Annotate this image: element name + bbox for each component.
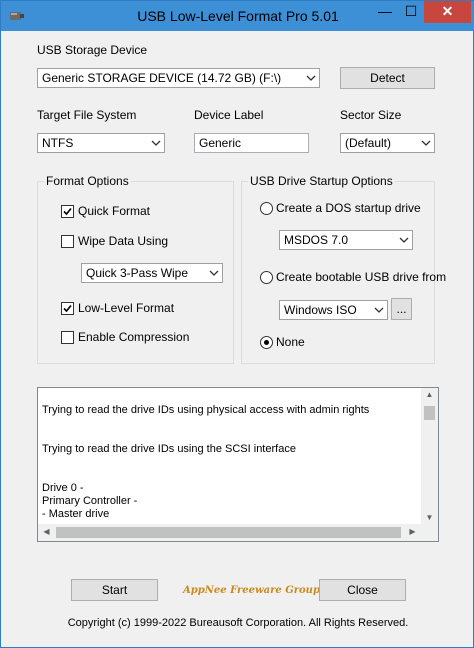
vertical-scrollbar[interactable]: ▲ ▼ xyxy=(421,388,438,524)
wipe-method-value: Quick 3-Pass Wipe xyxy=(86,266,189,280)
wipe-data-label[interactable]: Wipe Data Using xyxy=(78,234,168,248)
log-line: Trying to read the drive IDs using physi… xyxy=(42,404,370,416)
bootable-source-value: Windows ISO xyxy=(284,303,357,317)
file-system-label: Target File System xyxy=(37,108,137,122)
log-line: Primary Controller - xyxy=(42,495,138,507)
dos-version-select[interactable]: MSDOS 7.0 xyxy=(279,230,413,250)
format-options-title: Format Options xyxy=(44,174,131,188)
scroll-down-icon[interactable]: ▼ xyxy=(421,513,438,522)
enable-compression-label[interactable]: Enable Compression xyxy=(78,330,189,344)
low-level-format-label[interactable]: Low-Level Format xyxy=(78,301,174,315)
start-button[interactable]: Start xyxy=(71,579,158,601)
close-window-button[interactable]: ✕ xyxy=(424,1,471,23)
title-bar[interactable]: USB Low-Level Format Pro 5.01 — ☐ ✕ xyxy=(1,1,474,31)
detect-button[interactable]: Detect xyxy=(340,67,435,89)
quick-format-label[interactable]: Quick Format xyxy=(78,204,150,218)
sector-size-select[interactable]: (Default) xyxy=(340,133,435,153)
bootable-usb-label[interactable]: Create bootable USB drive from xyxy=(276,270,446,284)
radio-selected-dot xyxy=(264,340,269,345)
vertical-scroll-thumb[interactable] xyxy=(424,406,435,420)
startup-options-group: USB Drive Startup Options Create a DOS s… xyxy=(241,174,446,364)
appnee-logo: AppNee Freeware Group. xyxy=(183,585,324,596)
sector-size-value: (Default) xyxy=(345,136,392,150)
file-system-value: NTFS xyxy=(42,136,74,150)
scroll-corner xyxy=(421,524,438,541)
checkmark-icon xyxy=(63,304,72,313)
browse-iso-button[interactable]: ... xyxy=(391,298,412,320)
app-window: USB Low-Level Format Pro 5.01 — ☐ ✕ USB … xyxy=(0,0,474,648)
log-line: - Master drive xyxy=(42,508,110,520)
quick-format-checkbox[interactable] xyxy=(61,205,74,218)
maximize-button[interactable]: ☐ xyxy=(398,1,424,23)
none-label[interactable]: None xyxy=(276,335,305,349)
scroll-left-icon[interactable]: ◀ xyxy=(38,527,55,536)
chevron-down-icon xyxy=(209,270,219,276)
chevron-down-icon xyxy=(374,307,384,313)
log-output[interactable]: Trying to read the drive IDs using physi… xyxy=(37,387,439,542)
wipe-method-select[interactable]: Quick 3-Pass Wipe xyxy=(81,263,223,283)
chevron-down-icon xyxy=(151,140,161,146)
usb-device-value: Generic STORAGE DEVICE (14.72 GB) (F:\) xyxy=(42,71,282,85)
device-label-caption: Device Label xyxy=(194,108,264,122)
enable-compression-checkbox[interactable] xyxy=(61,331,74,344)
log-line: Drive 0 - xyxy=(42,482,84,494)
copyright-text: Copyright (c) 1999-2022 Bureausoft Corpo… xyxy=(67,617,409,629)
format-options-group: Format Options Quick Format Wipe Data Us… xyxy=(37,174,234,364)
bootable-source-select[interactable]: Windows ISO xyxy=(279,300,388,320)
dialog-body: USB Storage Device Generic STORAGE DEVIC… xyxy=(9,31,467,641)
checkmark-icon xyxy=(63,207,72,216)
horizontal-scroll-thumb[interactable] xyxy=(56,527,401,538)
minimize-button[interactable]: — xyxy=(372,1,398,23)
log-line: Trying to read the drive IDs using the S… xyxy=(42,443,296,455)
usb-device-select[interactable]: Generic STORAGE DEVICE (14.72 GB) (F:\) xyxy=(37,68,320,88)
usb-device-label: USB Storage Device xyxy=(37,43,148,57)
chevron-down-icon xyxy=(421,140,431,146)
device-label-input[interactable]: Generic xyxy=(194,133,309,153)
low-level-format-checkbox[interactable] xyxy=(61,302,74,315)
dos-startup-radio[interactable] xyxy=(260,202,273,215)
dos-version-value: MSDOS 7.0 xyxy=(284,233,349,247)
dos-startup-label[interactable]: Create a DOS startup drive xyxy=(276,201,421,215)
chevron-down-icon xyxy=(306,75,316,81)
bootable-usb-radio[interactable] xyxy=(260,271,273,284)
wipe-data-checkbox[interactable] xyxy=(61,235,74,248)
scroll-right-icon[interactable]: ▶ xyxy=(404,527,421,536)
scroll-up-icon[interactable]: ▲ xyxy=(421,390,438,399)
close-button[interactable]: Close xyxy=(319,579,406,601)
chevron-down-icon xyxy=(399,237,409,243)
none-radio[interactable] xyxy=(260,336,273,349)
horizontal-scrollbar[interactable]: ◀ ▶ xyxy=(38,524,421,541)
file-system-select[interactable]: NTFS xyxy=(37,133,165,153)
sector-size-label: Sector Size xyxy=(340,108,402,122)
startup-options-title: USB Drive Startup Options xyxy=(248,174,395,188)
